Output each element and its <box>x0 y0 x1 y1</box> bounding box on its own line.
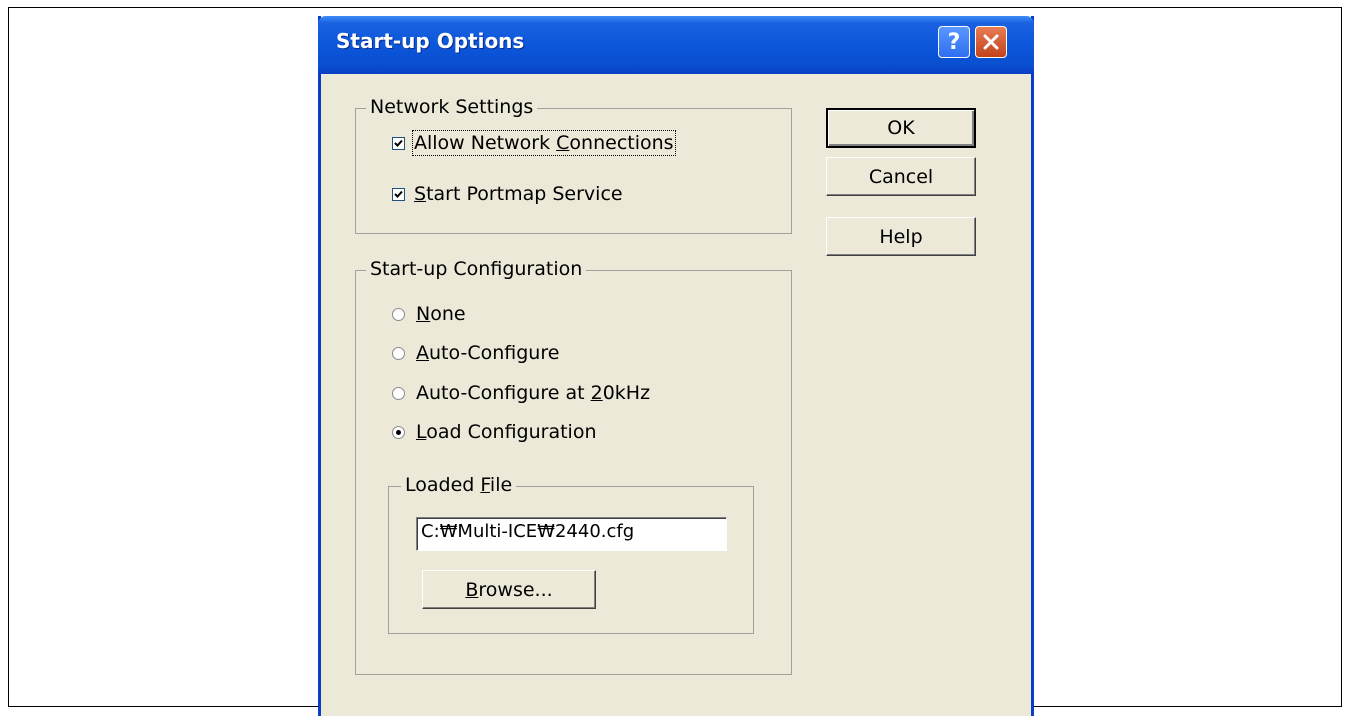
allow-network-connections-checkbox[interactable] <box>392 136 405 150</box>
radio-auto-configure-20khz-button[interactable] <box>392 386 405 400</box>
loaded-file-label: Loaded File <box>401 474 517 496</box>
radio-auto-configure-20khz[interactable]: Auto-Configure at 20kHz <box>392 382 650 404</box>
radio-none-button[interactable] <box>392 307 405 321</box>
start-portmap-service-label: Start Portmap Service <box>414 183 623 205</box>
question-mark-icon: ? <box>947 29 961 55</box>
close-button[interactable] <box>975 26 1007 58</box>
browse-button[interactable]: Browse... <box>422 570 596 609</box>
radio-auto-configure-20khz-label: Auto-Configure at 20kHz <box>416 382 651 404</box>
ok-button[interactable]: OK <box>826 108 976 148</box>
network-settings-group <box>355 108 792 234</box>
radio-load-configuration-label: Load Configuration <box>416 421 597 443</box>
title-bar[interactable]: Start-up Options ? <box>318 16 1034 74</box>
cancel-button[interactable]: Cancel <box>826 157 976 196</box>
title-help-button[interactable]: ? <box>938 26 970 58</box>
start-portmap-service-checkbox[interactable] <box>392 187 405 201</box>
checkmark-icon <box>394 139 403 147</box>
radio-auto-configure[interactable]: Auto-Configure <box>392 342 559 364</box>
radio-auto-configure-button[interactable] <box>392 346 405 360</box>
radio-load-configuration[interactable]: Load Configuration <box>392 421 597 443</box>
radio-auto-configure-label: Auto-Configure <box>416 342 560 364</box>
allow-network-connections-label: Allow Network Connections <box>412 130 676 156</box>
allow-network-connections-option[interactable]: Allow Network Connections <box>392 130 676 156</box>
startup-options-dialog: Start-up Options ? Network Settings Allo… <box>318 16 1034 716</box>
browse-button-label: Browse... <box>465 578 553 601</box>
loaded-file-group <box>388 486 754 634</box>
dialog-title: Start-up Options <box>336 29 525 53</box>
close-icon <box>983 34 999 50</box>
loaded-file-path-field[interactable]: C:₩Multi-ICE₩2440.cfg <box>416 517 727 551</box>
startup-configuration-label: Start-up Configuration <box>366 258 587 280</box>
radio-none[interactable]: None <box>392 303 466 325</box>
network-settings-label: Network Settings <box>366 96 538 118</box>
help-button[interactable]: Help <box>826 217 976 256</box>
start-portmap-service-option[interactable]: Start Portmap Service <box>392 183 623 205</box>
checkmark-icon <box>394 190 403 198</box>
radio-none-label: None <box>416 303 466 325</box>
radio-load-configuration-button[interactable] <box>392 425 405 439</box>
